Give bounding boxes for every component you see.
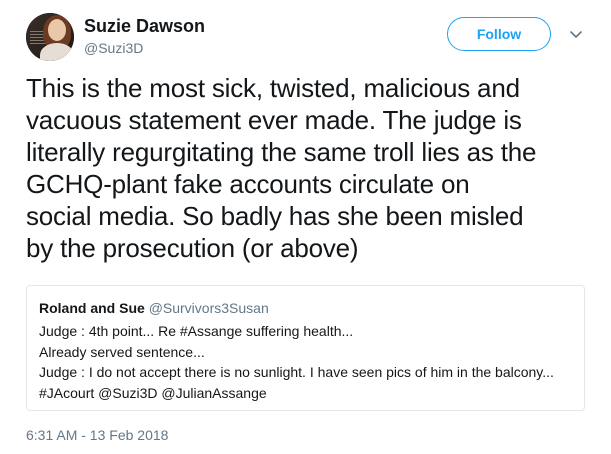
quoted-tweet-header: Roland and Sue @Survivors3Susan xyxy=(39,299,269,317)
follow-button[interactable]: Follow xyxy=(447,17,551,51)
quoted-text-line: Judge : 4th point... Re #Assange sufferi… xyxy=(39,323,354,339)
quoted-author-handle: @Survivors3Susan xyxy=(148,300,269,316)
tweet-text-line: This is the most sick, twisted, maliciou… xyxy=(26,73,520,103)
quoted-tweet[interactable]: Roland and Sue @Survivors3Susan Judge : … xyxy=(26,285,585,411)
tweet-text-line: literally regurgitating the same troll l… xyxy=(26,137,537,167)
tweet-text: This is the most sick, twisted, maliciou… xyxy=(26,72,596,264)
avatar[interactable] xyxy=(26,13,74,61)
author-handle[interactable]: @Suzi3D xyxy=(84,39,143,57)
quoted-author-name: Roland and Sue xyxy=(39,300,145,316)
quoted-text-line: Judge : I do not accept there is no sunl… xyxy=(39,364,554,380)
tweet-card: Suzie Dawson @Suzi3D Follow This is the … xyxy=(0,0,611,454)
tweet-timestamp[interactable]: 6:31 AM - 13 Feb 2018 xyxy=(26,426,168,444)
tweet-text-line: vacuous statement ever made. The judge i… xyxy=(26,105,522,135)
quoted-tweet-text: Judge : 4th point... Re #Assange sufferi… xyxy=(39,321,579,403)
quoted-text-line: #JAcourt @Suzi3D @JulianAssange xyxy=(39,384,267,401)
author-name[interactable]: Suzie Dawson xyxy=(84,15,205,37)
tweet-text-line: by the prosecution (or above) xyxy=(26,233,359,263)
tweet-text-line: social media. So badly has she been misl… xyxy=(26,201,524,231)
quoted-text-line: Already served sentence... xyxy=(39,343,205,360)
chevron-down-icon[interactable] xyxy=(568,26,584,42)
tweet-text-line: GCHQ-plant fake accounts circulate on xyxy=(26,169,470,199)
